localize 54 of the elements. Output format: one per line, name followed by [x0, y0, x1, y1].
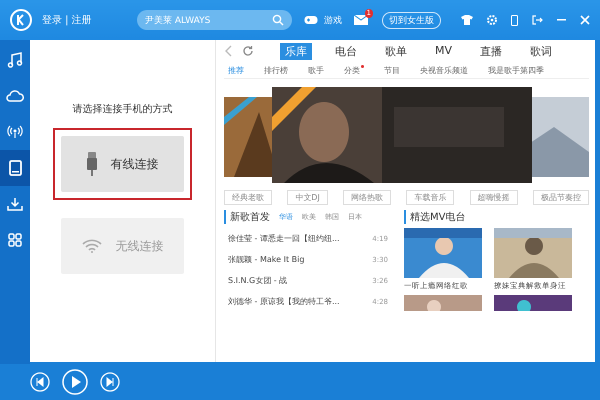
connect-prompt: 请选择连接手机的方式 — [72, 102, 172, 116]
sidebar-tab[interactable] — [0, 150, 30, 186]
logo-icon[interactable] — [10, 9, 32, 31]
cloud-icon — [6, 90, 24, 102]
minimize-icon[interactable] — [557, 19, 566, 21]
genre-tag[interactable]: 中文DJ — [287, 190, 328, 205]
song-title[interactable]: 张靓颖 - Make It Big — [228, 254, 304, 265]
genre-tag[interactable]: 网络热歌 — [343, 190, 392, 205]
download-icon — [7, 197, 23, 211]
previous-icon[interactable] — [30, 372, 50, 392]
genre-tag[interactable]: 经典老歌 — [224, 190, 272, 205]
usb-connection-button[interactable]: 有线连接 — [61, 136, 184, 192]
section-title: 新歌首发 — [230, 210, 270, 224]
mail-icon[interactable] — [354, 15, 368, 25]
version-switch-button[interactable]: 切到女生版 — [382, 12, 441, 28]
sub-tab[interactable]: 央视音乐频道 — [420, 64, 468, 76]
nav-tab[interactable]: 歌单 — [380, 42, 412, 60]
phone-icon[interactable] — [511, 14, 518, 26]
search-icon[interactable] — [272, 14, 284, 26]
sub-tab[interactable]: 节目 — [384, 64, 400, 76]
shirt-icon[interactable] — [461, 15, 473, 25]
settings-icon[interactable] — [487, 15, 497, 25]
sub-tab[interactable]: 我是歌手第四季 — [488, 64, 544, 76]
games-link[interactable]: 游戏 — [324, 14, 342, 26]
sub-tab[interactable]: 推荐 — [228, 64, 244, 76]
tablet-icon — [8, 160, 22, 176]
refresh-icon[interactable] — [242, 45, 254, 57]
back-icon[interactable] — [224, 45, 232, 57]
song-title[interactable]: 刘德华 - 原谅我【我的特工爷... — [228, 296, 340, 307]
radio-signal-icon — [7, 125, 23, 139]
genre-tag[interactable]: 超嗨慢摇 — [470, 190, 518, 205]
usb-plug-icon — [86, 152, 96, 176]
nav-tab[interactable]: 直播 — [475, 42, 508, 60]
nav-tab[interactable]: MV — [430, 42, 458, 60]
play-icon[interactable] — [62, 369, 88, 395]
nav-tab[interactable]: 电台 — [330, 42, 362, 60]
nav-tab[interactable]: 歌词 — [525, 42, 558, 60]
login-link[interactable]: 登录 | 注册 — [42, 13, 92, 27]
close-icon[interactable] — [580, 15, 590, 25]
song-title[interactable]: 徐佳莹 - 谭悉走一回【纽约纽... — [228, 233, 340, 244]
next-icon[interactable] — [100, 372, 120, 392]
genre-tag[interactable]: 车载音乐 — [406, 190, 454, 205]
gamepad-icon[interactable] — [304, 15, 318, 25]
sub-tab[interactable]: 排行榜 — [264, 64, 288, 76]
sub-tab[interactable]: 歌手 — [308, 64, 324, 76]
grid-icon — [8, 233, 22, 247]
section-title: 精选MV电台 — [410, 210, 466, 224]
music-note-icon — [7, 52, 23, 68]
song-title[interactable]: S.I.N.G女团 - 战 — [228, 275, 288, 286]
nav-tab[interactable]: 乐库 — [280, 42, 312, 60]
sub-tab[interactable]: 分类 — [344, 64, 364, 76]
genre-tag[interactable]: 极品节奏控 — [532, 190, 589, 205]
wifi-icon — [82, 239, 102, 253]
exit-icon[interactable] — [532, 15, 543, 25]
